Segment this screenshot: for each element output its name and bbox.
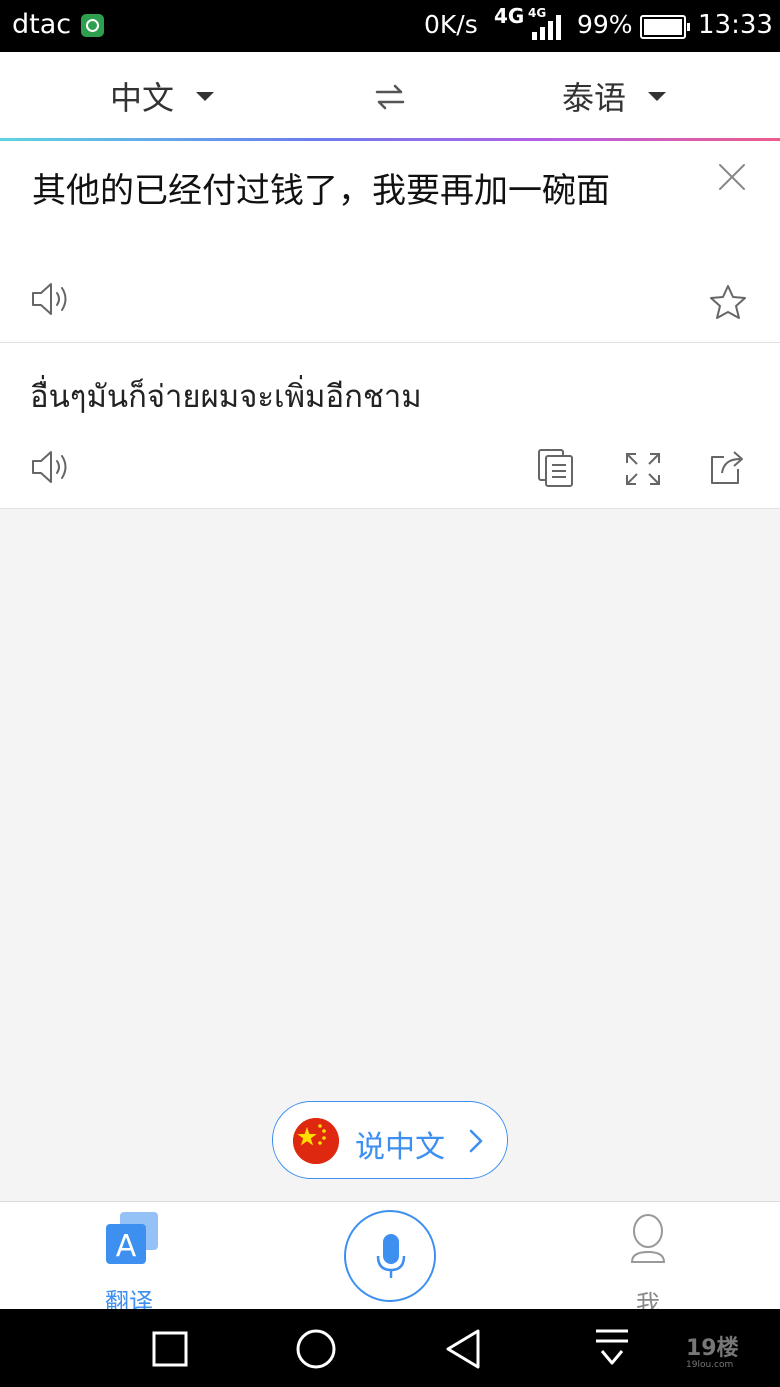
home-icon[interactable] — [294, 1327, 338, 1371]
source-text[interactable]: 其他的已经付过钱了，我要再加一碗面 — [32, 163, 610, 212]
translated-text: อื่นๆมันก็จ่ายผมจะเพิ่มอีกชาม — [30, 379, 422, 415]
microphone-icon — [376, 1234, 406, 1278]
notification-app-icon — [81, 14, 104, 37]
signal-strength-icon — [532, 15, 561, 40]
site-watermark-logo: 19楼 19lou.com — [686, 1336, 739, 1370]
target-language-selector[interactable]: 泰语 — [562, 76, 667, 117]
close-icon[interactable] — [716, 161, 748, 193]
svg-text:19楼: 19楼 — [686, 1336, 739, 1361]
svg-text:19lou.com: 19lou.com — [686, 1360, 733, 1370]
bottom-tab-bar: A 翻译 我 — [0, 1201, 780, 1318]
system-navigation-bar: 19楼 19lou.com — [0, 1309, 780, 1387]
source-language-label: 中文 — [110, 79, 175, 117]
voice-input-button[interactable] — [344, 1210, 436, 1302]
translate-icon: A — [106, 1212, 158, 1264]
speak-chinese-button[interactable]: 说中文 — [272, 1101, 508, 1179]
source-language-selector[interactable]: 中文 — [110, 76, 215, 117]
recent-apps-icon[interactable] — [148, 1327, 192, 1371]
battery-icon — [640, 15, 690, 39]
carrier-name: dtac — [12, 9, 72, 40]
speaker-icon[interactable] — [30, 447, 74, 487]
speaker-icon[interactable] — [30, 279, 74, 319]
fullscreen-icon[interactable] — [624, 451, 662, 487]
china-flag-icon — [293, 1118, 339, 1164]
swap-languages-icon[interactable] — [374, 82, 406, 112]
notification-pulldown-icon[interactable] — [590, 1327, 634, 1371]
language-bar: 中文 泰语 — [0, 52, 780, 138]
share-icon[interactable] — [708, 447, 750, 487]
source-input-card[interactable]: 其他的已经付过钱了，我要再加一碗面 — [0, 141, 780, 343]
tab-me[interactable]: 我 — [622, 1212, 674, 1318]
network-speed: 0K/s — [424, 10, 478, 39]
tab-translate[interactable]: A 翻译 — [100, 1212, 164, 1316]
copy-icon[interactable] — [536, 447, 576, 489]
speak-chinese-label: 说中文 — [355, 1130, 445, 1165]
network-type: 4G — [494, 4, 525, 28]
battery-percent: 99% — [577, 10, 633, 39]
status-bar: dtac 0K/s 4G 4G 99% 13:33 — [0, 0, 780, 52]
star-icon[interactable] — [708, 283, 748, 321]
translation-result-card: อื่นๆมันก็จ่ายผมจะเพิ่มอีกชาม — [0, 343, 780, 509]
chevron-right-icon — [469, 1129, 483, 1153]
user-icon — [630, 1214, 666, 1263]
back-icon[interactable] — [442, 1327, 486, 1371]
caret-down-icon — [648, 91, 667, 101]
caret-down-icon — [196, 91, 215, 101]
clock: 13:33 — [698, 10, 773, 40]
svg-text:A: A — [116, 1229, 137, 1264]
target-language-label: 泰语 — [562, 79, 627, 117]
